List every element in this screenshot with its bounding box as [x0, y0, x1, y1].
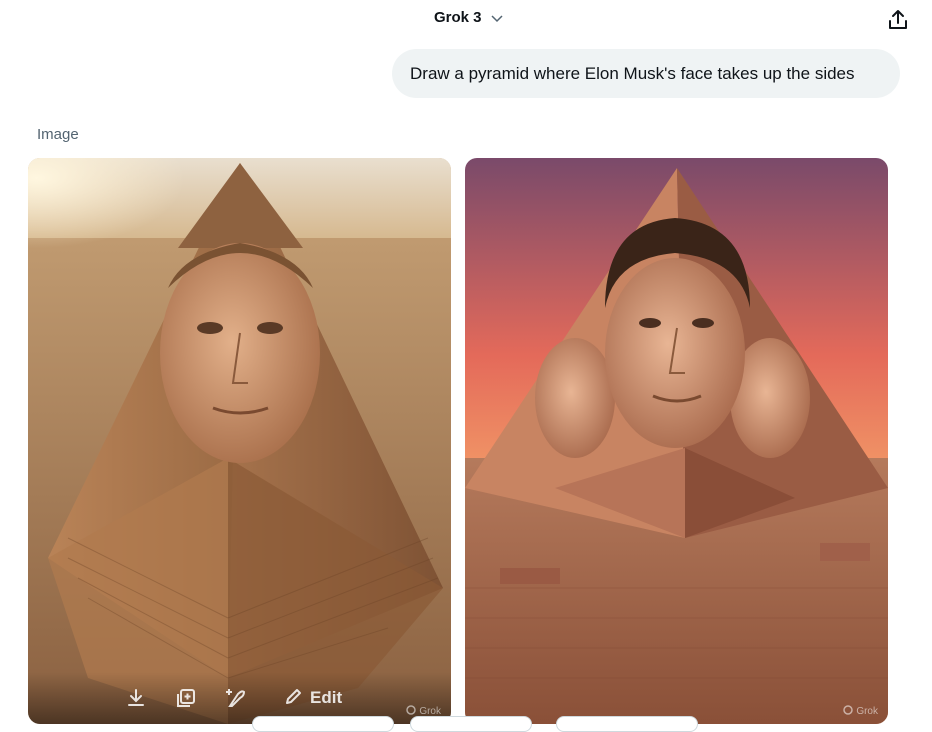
generated-image-1[interactable]: Edit Grok [28, 158, 451, 724]
make-variation-button[interactable] [224, 686, 248, 710]
grok-logo-icon [843, 705, 854, 718]
share-button[interactable] [885, 8, 911, 32]
pencil-icon [284, 686, 304, 711]
sparkle-pen-icon [224, 689, 248, 714]
download-button[interactable] [124, 686, 148, 710]
model-selector[interactable]: Grok 3 [434, 9, 504, 26]
pyramid-face-image-1 [28, 158, 451, 724]
suggestion-chip[interactable] [252, 716, 394, 732]
edit-label: Edit [310, 688, 343, 707]
share-icon [885, 10, 911, 36]
suggestion-chip[interactable] [410, 716, 532, 732]
user-message-bubble: Draw a pyramid where Elon Musk's face ta… [392, 49, 900, 98]
watermark-text: Grok [856, 706, 878, 717]
generated-image-2[interactable]: Grok [465, 158, 888, 724]
add-to-collection-icon [174, 689, 198, 714]
grok-watermark: Grok [843, 705, 878, 718]
edit-button[interactable]: Edit [284, 686, 342, 710]
pyramid-face-image-2 [465, 158, 888, 724]
response-section-label: Image [37, 126, 79, 143]
chevron-down-icon [490, 11, 504, 25]
suggestion-chip[interactable] [556, 716, 698, 732]
model-name: Grok 3 [434, 9, 482, 26]
user-message-text: Draw a pyramid where Elon Musk's face ta… [410, 63, 855, 83]
download-icon [124, 689, 148, 714]
add-to-collection-button[interactable] [174, 686, 198, 710]
